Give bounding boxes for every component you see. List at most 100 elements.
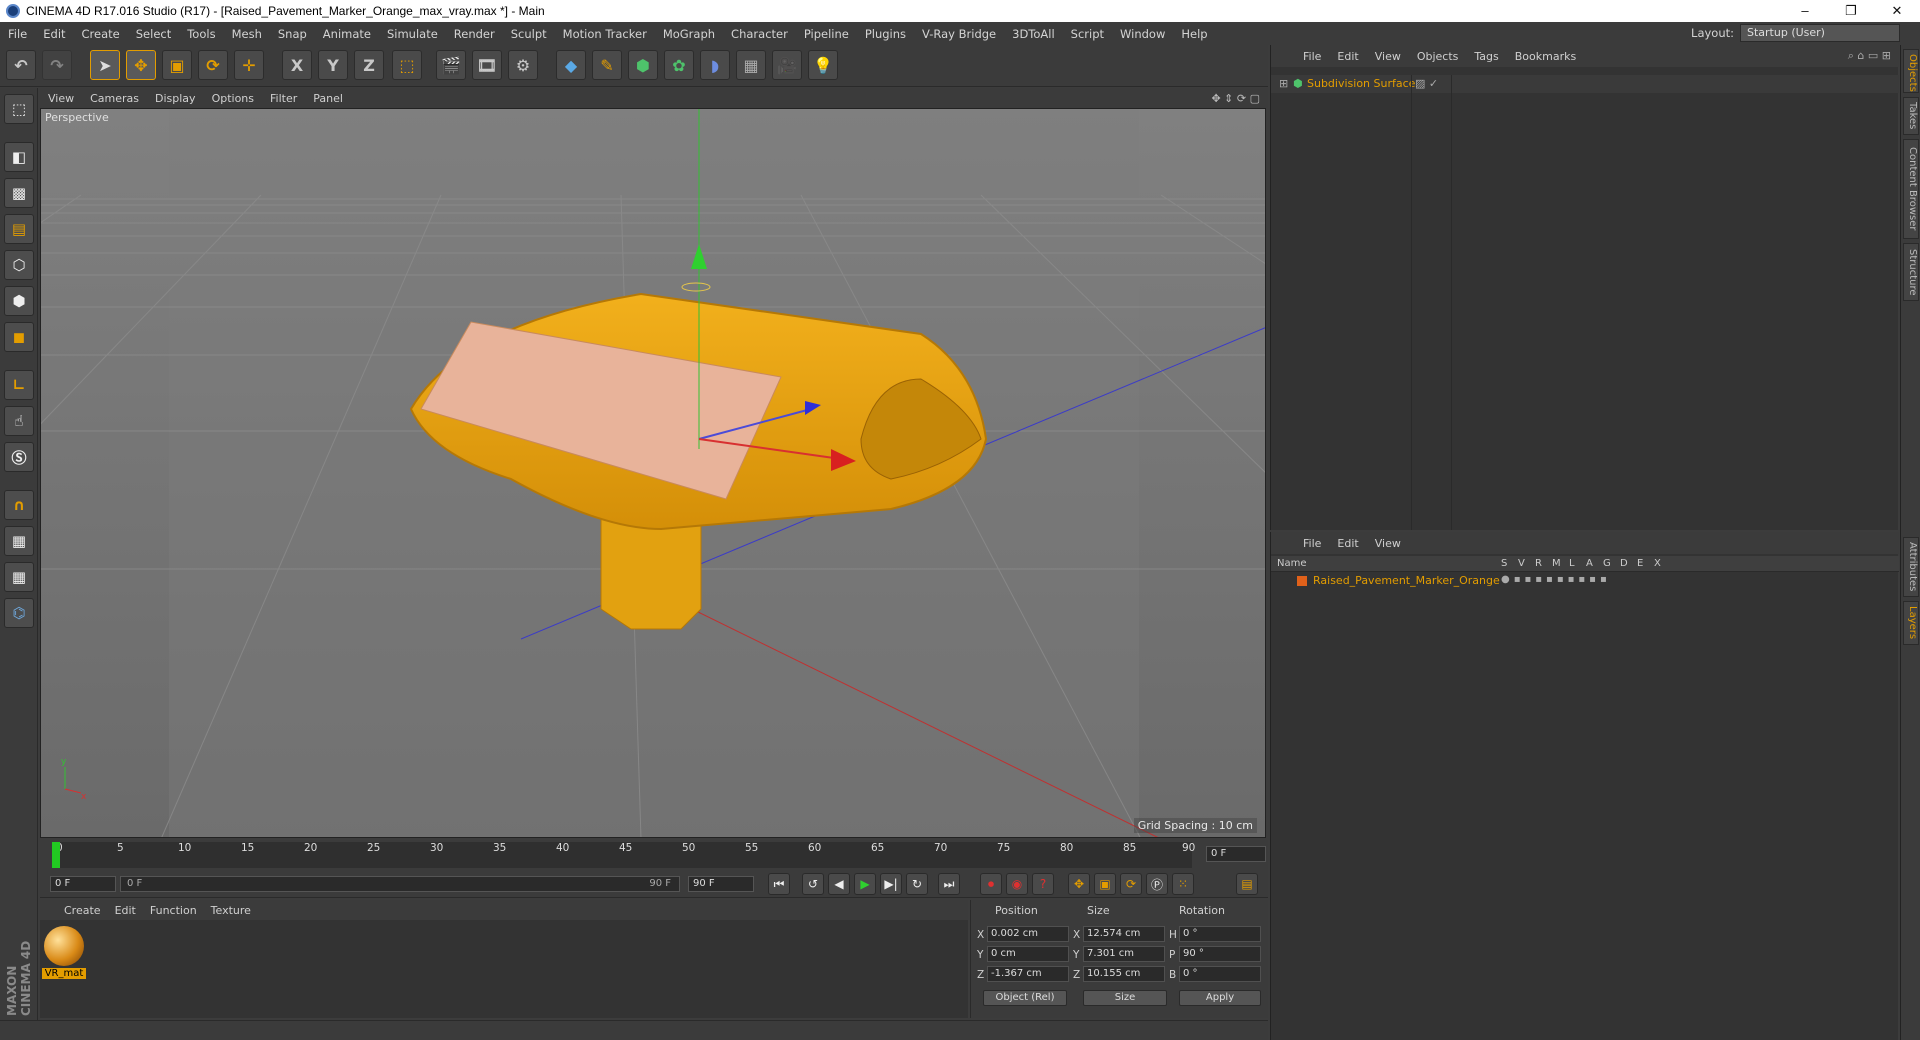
objects-menu-view[interactable]: View [1367,50,1409,63]
timeline-window-icon[interactable]: ▤ [1236,873,1258,895]
menu-render[interactable]: Render [446,27,503,41]
polygons-mode-icon[interactable]: ◼ [4,322,34,352]
minimize-button[interactable]: – [1782,0,1828,22]
rot-p-field[interactable]: 90 ° [1179,946,1261,962]
size-y-field[interactable]: 7.301 cm [1083,946,1165,962]
camera-icon[interactable]: 🎥 [772,50,802,80]
menu-3dtoall[interactable]: 3DToAll [1004,27,1063,41]
menu-window[interactable]: Window [1112,27,1173,41]
record-active-icon[interactable]: ⏺ [980,873,1002,895]
menu-simulate[interactable]: Simulate [379,27,446,41]
tab-structure[interactable]: Structure [1903,243,1919,301]
viewport-menu-display[interactable]: Display [147,92,204,105]
python-icon[interactable]: ⌬ [4,598,34,628]
tab-takes[interactable]: Takes [1903,97,1919,135]
viewport-nav-icons[interactable]: ✥ ⇕ ⟳ ▢ [1211,92,1260,105]
cube-object-icon[interactable]: ◆ [556,50,586,80]
key-scale-icon[interactable]: ▣ [1094,873,1116,895]
objects-menu-bookmarks[interactable]: Bookmarks [1507,50,1584,63]
tab-content-browser[interactable]: Content Browser [1903,139,1919,239]
go-to-start-icon[interactable]: ⏮ [768,873,790,895]
material-menu-texture[interactable]: Texture [204,904,258,917]
material-menu-edit[interactable]: Edit [108,904,143,917]
lock-workplane-icon[interactable]: ▦ [4,526,34,556]
render-settings-icon[interactable]: ⚙ [508,50,538,80]
frame-range-slider[interactable]: 0 F 90 F [120,876,680,892]
playhead-marker[interactable] [52,842,60,868]
viewport-menu-panel[interactable]: Panel [305,92,351,105]
axis-mode-icon[interactable]: ∟ [4,370,34,400]
key-rotation-icon[interactable]: ⟳ [1120,873,1142,895]
autokey-icon[interactable]: ◉ [1006,873,1028,895]
size-z-field[interactable]: 10.155 cm [1083,966,1165,982]
array-icon[interactable]: ✿ [664,50,694,80]
object-row-subdivision-surface[interactable]: ⊞ ⬢ Subdivision Surface ▨ ✓ [1271,75,1899,93]
coordinate-mode-dropdown[interactable]: Object (Rel) [983,990,1067,1006]
menu-character[interactable]: Character [723,27,796,41]
y-axis-lock-button[interactable]: Y [318,50,348,80]
rot-h-field[interactable]: 0 ° [1179,926,1261,942]
perspective-viewport[interactable]: y x Perspective Grid Spacing : 10 cm [40,108,1266,838]
menu-create[interactable]: Create [74,27,128,41]
objects-search-icon[interactable]: ⌕ ⌂ ▭ ⊞ [1848,49,1891,63]
layers-menu-file[interactable]: File [1295,537,1329,550]
viewport-menu-cameras[interactable]: Cameras [82,92,147,105]
make-editable-icon[interactable]: ⬚ [4,94,34,124]
texture-mode-icon[interactable]: ▩ [4,178,34,208]
rot-b-field[interactable]: 0 ° [1179,966,1261,982]
pos-y-field[interactable]: 0 cm [987,946,1069,962]
z-axis-lock-button[interactable]: Z [354,50,384,80]
menu-mesh[interactable]: Mesh [224,27,270,41]
menu-pipeline[interactable]: Pipeline [796,27,857,41]
coordinate-system-icon[interactable]: ⬚ [392,50,422,80]
viewport-menu-options[interactable]: Options [204,92,262,105]
points-mode-icon[interactable]: ⬡ [4,250,34,280]
render-picture-viewer-icon[interactable]: 🎞 [472,50,502,80]
keyframe-selection-icon[interactable]: ? [1032,873,1054,895]
workplane-mode-icon[interactable]: ▤ [4,214,34,244]
tab-layers[interactable]: Layers [1903,601,1919,645]
undo-icon[interactable]: ↶ [6,50,36,80]
planar-workplane-icon[interactable]: ▦ [4,562,34,592]
layers-menu-edit[interactable]: Edit [1329,537,1366,550]
expand-icon[interactable]: ⊞ [1279,77,1288,90]
layout-select[interactable]: Startup (User) [1740,24,1900,42]
key-position-icon[interactable]: ✥ [1068,873,1090,895]
layer-name[interactable]: Raised_Pavement_Marker_Orange [1313,574,1500,587]
x-axis-lock-button[interactable]: X [282,50,312,80]
menu-motion-tracker[interactable]: Motion Tracker [555,27,655,41]
previous-frame-icon[interactable]: ◀ [828,873,850,895]
tab-attributes[interactable]: Attributes [1903,537,1919,597]
menu-snap[interactable]: Snap [270,27,315,41]
menu-tools[interactable]: Tools [179,27,223,41]
end-frame-field[interactable]: 90 F [688,876,754,892]
menu-file[interactable]: File [0,27,35,41]
material-name[interactable]: VR_mat [42,968,86,979]
pen-spline-icon[interactable]: ✎ [592,50,622,80]
size-mode-dropdown[interactable]: Size [1083,990,1167,1006]
subdivision-surface-icon[interactable]: ⬢ [628,50,658,80]
menu-mograph[interactable]: MoGraph [655,27,723,41]
model-mode-icon[interactable]: ◧ [4,142,34,172]
objects-menu-objects[interactable]: Objects [1409,50,1467,63]
next-key-icon[interactable]: ↻ [906,873,928,895]
viewport-menu-filter[interactable]: Filter [262,92,305,105]
menu-sculpt[interactable]: Sculpt [503,27,555,41]
current-frame-field[interactable]: 0 F [1206,846,1266,862]
material-menu-function[interactable]: Function [143,904,204,917]
material-menu-create[interactable]: Create [40,904,108,917]
layers-menu-view[interactable]: View [1367,537,1409,550]
object-name[interactable]: Subdivision Surface [1307,77,1415,90]
key-point-level-icon[interactable]: ⁙ [1172,873,1194,895]
material-preview-icon[interactable] [44,926,84,966]
live-selection-icon[interactable]: ✛ [234,50,264,80]
render-view-icon[interactable]: 🎬 [436,50,466,80]
go-to-end-icon[interactable]: ⏭ [938,873,960,895]
tweak-mode-icon[interactable]: ☝ [4,406,34,436]
light-icon[interactable]: 💡 [808,50,838,80]
floor-icon[interactable]: ▦ [736,50,766,80]
menu-select[interactable]: Select [128,27,179,41]
menu-edit[interactable]: Edit [35,27,73,41]
key-parameter-icon[interactable]: Ⓟ [1146,873,1168,895]
play-icon[interactable]: ▶ [854,873,876,895]
